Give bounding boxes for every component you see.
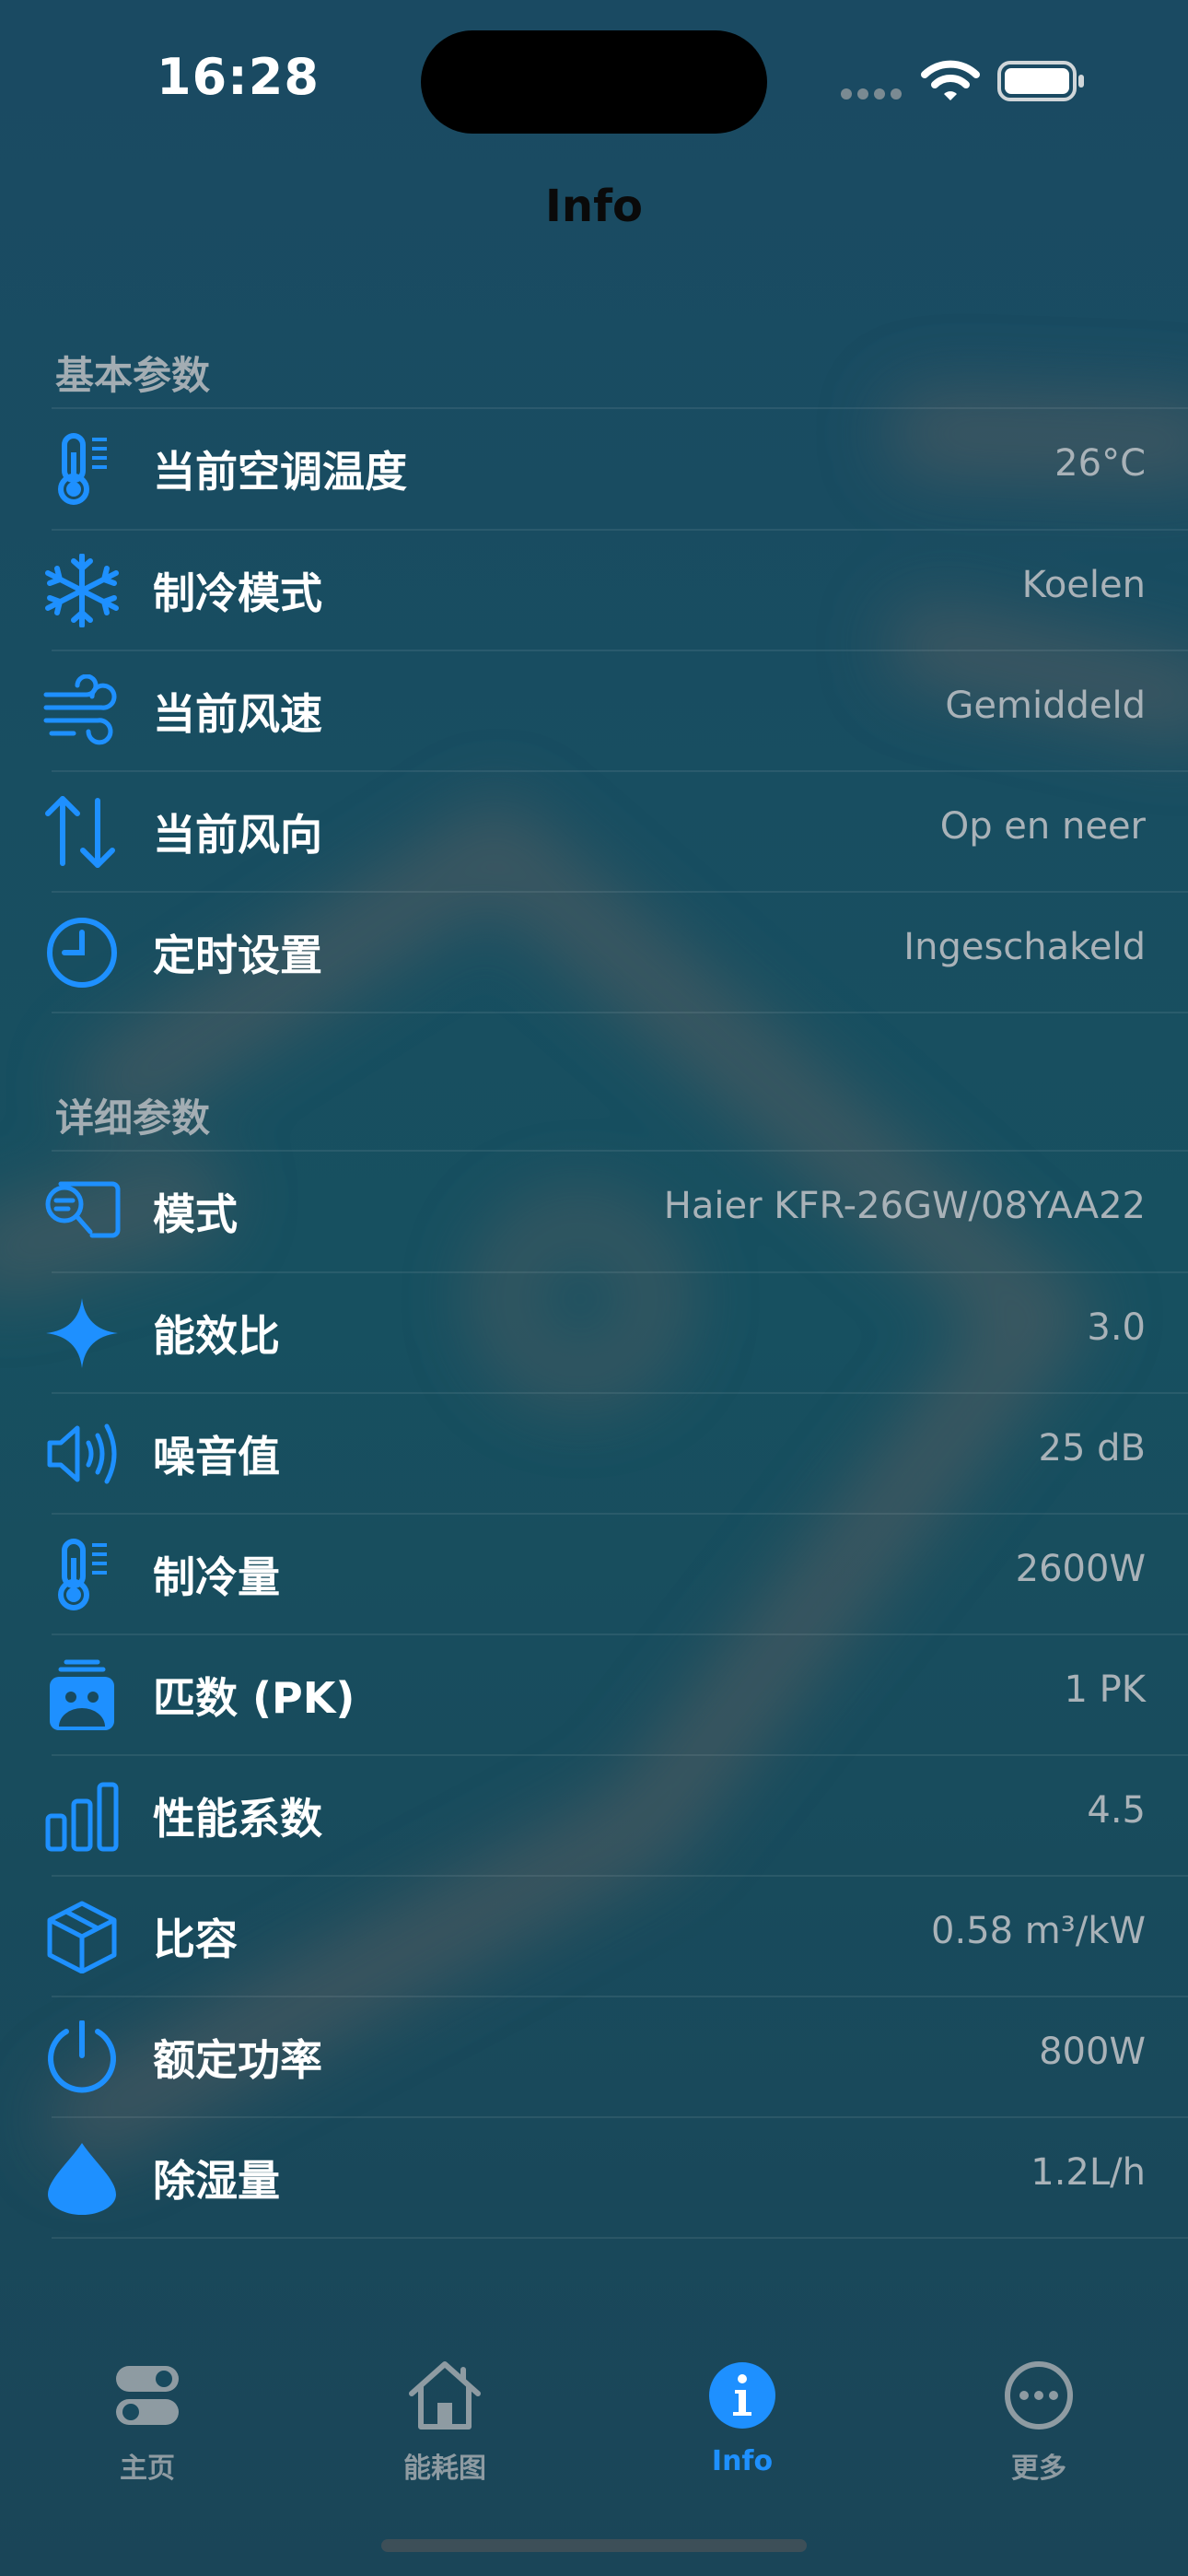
tab-more[interactable]: 更多 bbox=[947, 2359, 1131, 2497]
row-label: 噪音值 bbox=[153, 1432, 280, 1481]
tab-label: 能耗图 bbox=[403, 2453, 486, 2485]
row-label: 能效比 bbox=[153, 1311, 280, 1361]
section-header-detailed: 详细参数 bbox=[55, 1095, 211, 1141]
list-item-model[interactable]: 模式 Haier KFR-26GW/08YAA22 bbox=[0, 1151, 1188, 1271]
dynamic-island bbox=[421, 30, 767, 134]
row-value: 1 PK bbox=[1064, 1669, 1146, 1711]
wind-icon bbox=[43, 674, 117, 745]
row-value: Haier KFR-26GW/08YAA22 bbox=[663, 1185, 1146, 1227]
list-item-cooling-capacity[interactable]: 制冷量 2600W bbox=[0, 1514, 1188, 1634]
battery-icon bbox=[997, 61, 1084, 101]
thermometer-icon bbox=[58, 1539, 107, 1610]
cellular-signal-icon bbox=[841, 86, 907, 103]
clock-icon bbox=[47, 918, 117, 988]
tab-label: Info bbox=[711, 2445, 774, 2477]
list-item-current-temperature[interactable]: 当前空调温度 26°C bbox=[0, 408, 1188, 529]
row-label: 比容 bbox=[153, 1914, 238, 1964]
list-item-timer[interactable]: 定时设置 Ingeschakeld bbox=[0, 892, 1188, 1013]
home-indicator[interactable] bbox=[381, 2539, 807, 2552]
arrows-up-down-icon bbox=[45, 796, 115, 868]
row-label: 除湿量 bbox=[153, 2156, 280, 2206]
row-value: Koelen bbox=[1021, 564, 1146, 606]
row-value: Ingeschakeld bbox=[903, 926, 1146, 968]
list-item-performance-coefficient[interactable]: 性能系数 4.5 bbox=[0, 1755, 1188, 1876]
row-label: 额定功率 bbox=[153, 2035, 322, 2085]
page-title: Info bbox=[545, 181, 643, 232]
row-value: 26°C bbox=[1054, 442, 1146, 485]
row-value: Op en neer bbox=[939, 805, 1146, 848]
info-circle-icon bbox=[709, 2362, 775, 2429]
row-value: 1.2L/h bbox=[1031, 2151, 1146, 2194]
list-item-dehumidification[interactable]: 除湿量 1.2L/h bbox=[0, 2117, 1188, 2238]
row-value: 4.5 bbox=[1087, 1789, 1146, 1832]
row-label: 当前风速 bbox=[153, 689, 322, 739]
row-label: 当前风向 bbox=[153, 810, 322, 860]
row-label: 匹数 (PK) bbox=[153, 1673, 355, 1723]
list-item-specific-volume[interactable]: 比容 0.58 m³/kW bbox=[0, 1876, 1188, 1996]
list-item-rated-power[interactable]: 额定功率 800W bbox=[0, 1996, 1188, 2117]
tab-energy-chart[interactable]: 能耗图 bbox=[353, 2359, 537, 2497]
row-label: 性能系数 bbox=[153, 1794, 322, 1844]
bar-chart-icon bbox=[45, 1782, 119, 1852]
status-bar: 16:28 bbox=[0, 0, 1188, 157]
row-label: 模式 bbox=[153, 1189, 238, 1239]
row-label: 制冷量 bbox=[153, 1552, 280, 1602]
thermometer-icon bbox=[58, 433, 107, 505]
text-magnifier-icon bbox=[45, 1181, 121, 1238]
list-item-wind-direction[interactable]: 当前风向 Op en neer bbox=[0, 771, 1188, 892]
sparkle-icon bbox=[46, 1298, 118, 1368]
tab-home[interactable]: 主页 bbox=[55, 2359, 239, 2497]
tab-bar: 主页 能耗图 Info 更多 bbox=[0, 2322, 1188, 2576]
drop-icon bbox=[48, 2143, 116, 2215]
speaker-wave-icon bbox=[47, 1423, 117, 1484]
row-value: 3.0 bbox=[1087, 1306, 1146, 1349]
status-time: 16:28 bbox=[157, 48, 320, 106]
list-item-cooling-mode[interactable]: 制冷模式 Koelen bbox=[0, 530, 1188, 650]
list-item-fan-speed[interactable]: 当前风速 Gemiddeld bbox=[0, 650, 1188, 771]
toggle-icon bbox=[116, 2366, 179, 2425]
air-conditioner-icon bbox=[50, 1659, 114, 1730]
divider bbox=[52, 2237, 1188, 2239]
row-value: 0.58 m³/kW bbox=[931, 1910, 1146, 1952]
tab-label: 主页 bbox=[120, 2453, 175, 2485]
row-value: 25 dB bbox=[1038, 1427, 1146, 1469]
tab-info[interactable]: Info bbox=[650, 2359, 834, 2497]
list-item-noise-level[interactable]: 噪音值 25 dB bbox=[0, 1393, 1188, 1514]
snowflake-icon bbox=[45, 554, 119, 627]
row-value: 800W bbox=[1039, 2031, 1146, 2073]
row-value: 2600W bbox=[1015, 1548, 1146, 1590]
house-icon bbox=[409, 2361, 481, 2430]
row-label: 制冷模式 bbox=[153, 568, 322, 618]
row-label: 定时设置 bbox=[153, 931, 322, 980]
divider bbox=[52, 1012, 1188, 1013]
list-item-horsepower[interactable]: 匹数 (PK) 1 PK bbox=[0, 1634, 1188, 1755]
tab-label: 更多 bbox=[1011, 2453, 1066, 2485]
row-label: 当前空调温度 bbox=[153, 447, 407, 497]
ellipsis-circle-icon bbox=[1005, 2361, 1073, 2430]
section-header-basic: 基本参数 bbox=[55, 353, 211, 398]
cube-icon bbox=[47, 1901, 117, 1973]
list-item-efficiency-ratio[interactable]: 能效比 3.0 bbox=[0, 1272, 1188, 1393]
row-value: Gemiddeld bbox=[945, 685, 1146, 727]
wifi-icon bbox=[921, 60, 980, 100]
power-icon bbox=[48, 2020, 116, 2093]
